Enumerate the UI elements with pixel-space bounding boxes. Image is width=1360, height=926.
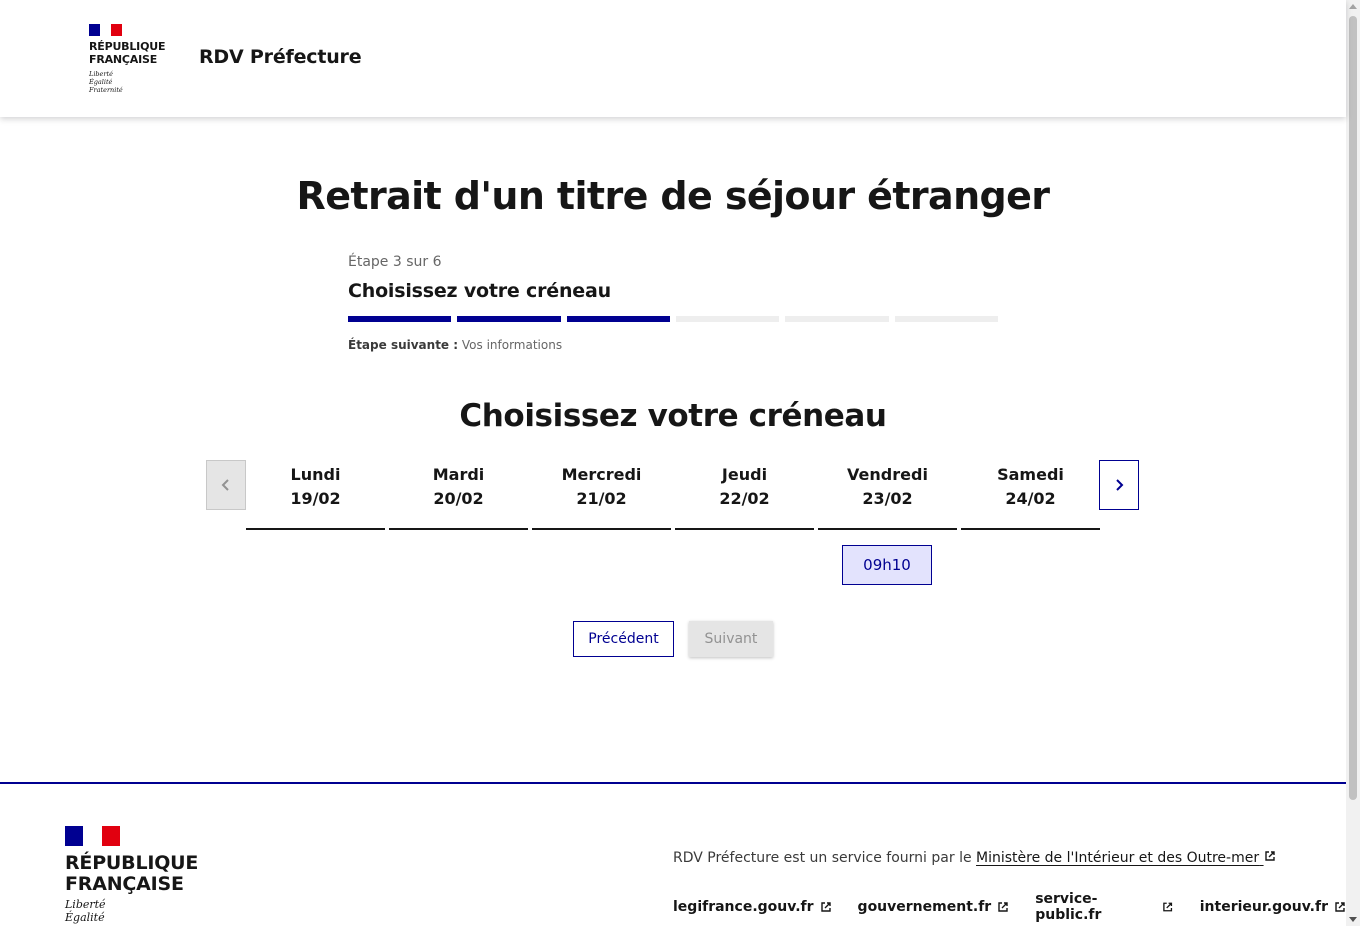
motto-line3: Fraternité [89,86,123,94]
scroll-thumb[interactable] [1349,16,1357,800]
footer-republique-francaise-logo[interactable]: RÉPUBLIQUE FRANÇAISE Liberté Égalité [65,826,198,924]
calendar-day-header: Vendredi 23/02 [818,460,957,530]
external-link-icon [820,902,831,912]
time-slot-button[interactable]: 09h10 [842,545,932,585]
calendar-days: Lundi 19/02 Mardi 20/02 Mercredi 21/02 Jeudi 22… [246,460,1100,530]
footer-link-label: service-public.fr [1035,891,1102,923]
calendar-day-header: Jeudi 22/02 [675,460,814,530]
day-name: Mardi [432,465,485,484]
chevron-left-icon [221,479,229,491]
calendar-day-header: Samedi 24/02 [961,460,1100,530]
day-date: 24/02 [1005,489,1056,508]
day-date: 21/02 [576,489,627,508]
calendar-day-header: Mardi 20/02 [389,460,528,530]
footer-motto-line2: Égalité [65,911,105,924]
external-link-icon [998,902,1008,912]
ministry-link-label: Ministère de l'Intérieur et des Outre-me… [976,850,1260,866]
next-button[interactable]: Suivant [689,621,773,657]
marianne-flag-icon [65,826,120,846]
day-name: Mercredi [561,465,642,484]
external-link-icon [1264,851,1275,861]
day-name: Jeudi [721,465,768,484]
step-segment [785,316,889,322]
footer-link[interactable]: service-public.fr [1035,891,1174,923]
calendar-day-header: Mercredi 21/02 [532,460,671,530]
step-progress-bar [348,316,998,322]
day-name: Vendredi [847,465,928,484]
marianne-flag-icon [89,24,122,36]
motto: Liberté Égalité Fraternité [89,70,179,94]
section-title: Choisissez votre créneau [459,398,887,434]
previous-button[interactable]: Précédent [573,621,674,657]
step-next-value: Vos informations [458,338,563,352]
external-link-icon [1335,902,1345,912]
scroll-down-arrow-icon[interactable] [1349,917,1357,922]
motto-line1: Liberté [89,70,113,78]
footer-link-label: legifrance.gouv.fr [673,899,814,915]
day-name: Samedi [997,465,1064,484]
rf-name-line2: FRANÇAISE [89,53,158,66]
day-name: Lundi [290,465,341,484]
site-footer: RÉPUBLIQUE FRANÇAISE Liberté Égalité RDV… [0,782,1346,926]
motto-line2: Égalité [89,78,113,86]
rf-name-line1: RÉPUBLIQUE [89,40,166,53]
footer-link[interactable]: gouvernement.fr [858,891,1010,923]
day-date: 19/02 [290,489,341,508]
footer-rf-name-line1: RÉPUBLIQUE [65,852,199,874]
service-title[interactable]: RDV Préfecture [199,46,362,68]
footer-link-label: gouvernement.fr [857,899,992,915]
page-scrollbar[interactable] [1346,0,1360,926]
republique-francaise-logo[interactable]: RÉPUBLIQUE FRANÇAISE Liberté Égalité Fra… [89,24,179,94]
scroll-up-arrow-icon[interactable] [1349,4,1357,9]
stepper: Étape 3 sur 6 Choisissez votre créneau É… [348,254,998,352]
footer-rf-name: RÉPUBLIQUE FRANÇAISE [65,853,198,895]
site-header: RÉPUBLIQUE FRANÇAISE Liberté Égalité Fra… [0,0,1346,117]
footer-description: RDV Préfecture est un service fourni par… [673,850,1276,866]
ministry-link[interactable]: Ministère de l'Intérieur et des Outre-me… [976,850,1276,866]
external-link-icon [1163,902,1173,912]
day-date: 23/02 [862,489,913,508]
footer-link[interactable]: interieur.gouv.fr [1200,891,1346,923]
rf-name: RÉPUBLIQUE FRANÇAISE [89,40,179,66]
step-title: Choisissez votre créneau [348,280,611,302]
step-state: Étape 3 sur 6 [348,254,442,270]
step-segment [348,316,452,322]
step-segment [457,316,561,322]
calendar-prev-button[interactable] [206,460,246,510]
calendar-day-header: Lundi 19/02 [246,460,385,530]
footer-links: legifrance.gouv.fr gouvernement.fr service… [673,891,1346,923]
calendar-next-button[interactable] [1099,460,1139,510]
day-date: 22/02 [719,489,770,508]
step-segment [675,316,780,322]
day-date: 20/02 [433,489,484,508]
step-next-info: Étape suivante : Vos informations [348,338,998,352]
footer-description-text: RDV Préfecture est un service fourni par… [673,850,977,866]
step-segment [894,316,998,322]
page-title: Retrait d'un titre de séjour étranger [296,174,1051,218]
footer-motto: Liberté Égalité [65,898,198,924]
step-next-label: Étape suivante : [348,338,459,352]
step-segment [566,316,670,322]
footer-motto-line1: Liberté [65,898,106,911]
footer-link-label: interieur.gouv.fr [1199,899,1328,915]
footer-link[interactable]: legifrance.gouv.fr [673,891,832,923]
footer-rf-name-line2: FRANÇAISE [65,873,184,895]
chevron-right-icon [1116,479,1124,491]
